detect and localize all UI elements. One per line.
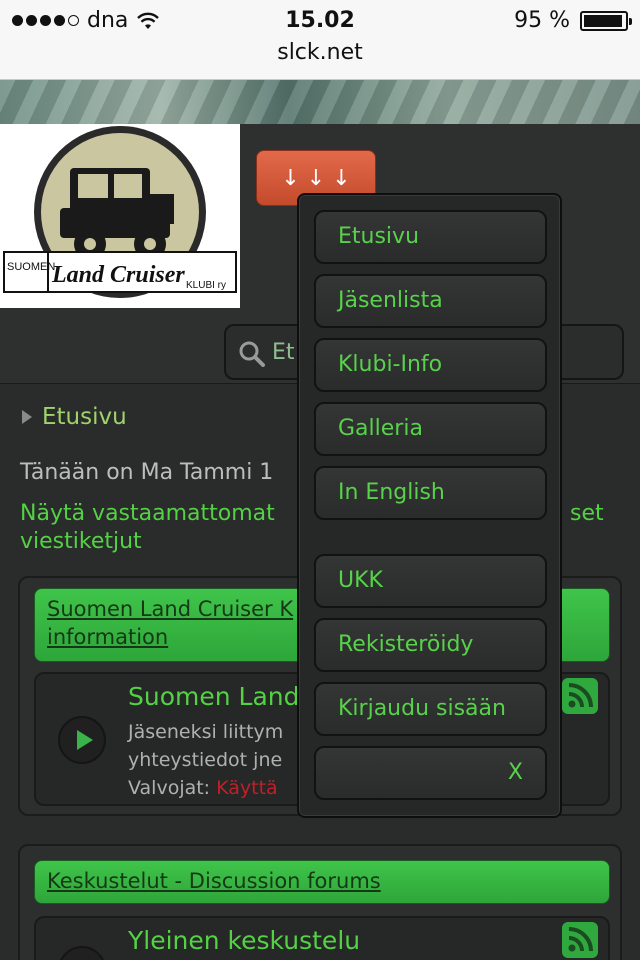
svg-text:SUOMEN: SUOMEN [7,261,55,273]
status-bar: dna 15.02 95 % slck.net [0,0,640,80]
moderator-link[interactable]: Käyttä [216,777,278,799]
battery-icon [580,10,632,31]
menu-item-jasenlista[interactable]: Jäsenlista [314,274,547,328]
forum-description: Jäseneksi liittym yhteystiedot jne Valvo… [128,718,283,802]
land-cruiser-logo-icon: SUOMEN Land Cruiser KLUBI ry [3,126,237,298]
menu-item-galleria[interactable]: Galleria [314,402,547,456]
today-text: Tänään on Ma Tammi 1 [20,460,274,485]
menu-item-in-english[interactable]: In English [314,466,547,520]
triangle-right-icon [22,410,32,424]
new-posts-link[interactable]: set [570,500,604,528]
section-header-title[interactable]: Keskustelut - Discussion forums [47,867,597,895]
moderators-label: Valvojat: [128,777,211,799]
url-label[interactable]: slck.net [0,40,640,65]
forum-status-icon [58,716,106,764]
breadcrumb-home[interactable]: Etusivu [42,404,127,430]
menu-item-rekisteroidy[interactable]: Rekisteröidy [314,618,547,672]
navigation-dropdown: Etusivu Jäsenlista Klubi-Info Galleria I… [297,193,562,818]
menu-item-ukk[interactable]: UKK [314,554,547,608]
forum-status-icon [58,946,106,960]
forum-desc-line: yhteystiedot jne [128,749,283,771]
forum-moderators: Valvojat: Käyttä [128,774,283,802]
breadcrumb[interactable]: Etusivu [22,404,127,430]
svg-text:Land Cruiser: Land Cruiser [51,262,185,288]
site-logo[interactable]: SUOMEN Land Cruiser KLUBI ry [0,124,240,308]
forum-title[interactable]: Suomen Land [128,682,300,711]
forum-section-discussion: Keskustelut - Discussion forums Yleinen … [18,844,622,960]
section-header[interactable]: Keskustelut - Discussion forums [34,860,610,904]
battery-percent: 95 % [514,8,570,33]
header-banner [0,80,640,124]
menu-item-klubi-info[interactable]: Klubi-Info [314,338,547,392]
menu-close-button[interactable]: X [314,746,547,800]
status-right: 95 % [514,8,632,33]
search-icon [239,341,265,367]
search-placeholder: Et [272,340,295,365]
forum-desc-line: Jäseneksi liittym [128,721,284,743]
forum-row[interactable]: Yleinen keskustelu [34,916,610,960]
rss-feed-icon[interactable] [562,922,598,958]
menu-item-etusivu[interactable]: Etusivu [314,210,547,264]
forum-title[interactable]: Yleinen keskustelu [128,926,360,955]
svg-text:KLUBI ry: KLUBI ry [186,280,226,291]
menu-item-kirjaudu[interactable]: Kirjaudu sisään [314,682,547,736]
rss-feed-icon[interactable] [562,678,598,714]
